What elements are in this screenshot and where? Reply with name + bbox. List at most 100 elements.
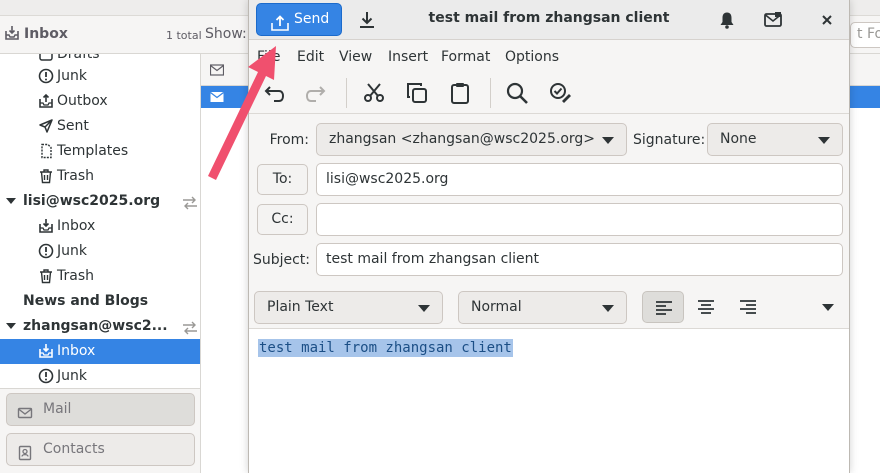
chevron-down-icon (418, 305, 430, 312)
cc-button[interactable]: Cc: (257, 204, 308, 235)
tree-item-junk[interactable]: Junk (0, 239, 200, 264)
from-value: zhangsan <zhangsan@wsc2025.org> (329, 131, 596, 147)
subject-label: Subject: (252, 252, 310, 268)
menu-view[interactable]: View (339, 49, 372, 65)
tree-item-outbox[interactable]: Outbox (0, 89, 200, 114)
tree-item-junk[interactable]: Junk (0, 364, 200, 389)
account-label: lisi@wsc2025.org (23, 193, 161, 209)
contacts-switch-label: Contacts (43, 441, 105, 457)
tree-item-label: Junk (57, 368, 87, 384)
menu-format[interactable]: Format (441, 49, 490, 65)
toolbar-separator (490, 78, 491, 108)
inbox-icon (38, 343, 54, 359)
sent-icon (38, 118, 54, 134)
paste-icon[interactable] (448, 81, 472, 105)
tree-item-label: Trash (57, 268, 94, 284)
folder-title-text: Inbox (24, 26, 68, 42)
sync-icon (181, 319, 199, 335)
component-switcher: Mail Contacts (0, 388, 201, 473)
account-zhangsan[interactable]: zhangsan@wsc2... (0, 314, 200, 339)
junk-icon (38, 243, 54, 259)
subject-field[interactable]: test mail from zhangsan client (316, 243, 843, 276)
save-draft-icon[interactable] (357, 10, 377, 30)
signature-combo[interactable]: None (707, 123, 843, 156)
close-icon[interactable] (817, 10, 837, 30)
expander-arrow-icon[interactable] (6, 323, 16, 329)
mail-options-icon[interactable] (763, 10, 783, 30)
align-left-icon (656, 301, 672, 315)
to-button[interactable]: To: (257, 164, 308, 195)
paragraph-style-combo[interactable]: Normal (458, 291, 627, 324)
tree-item-inbox-selected[interactable]: Inbox (0, 339, 200, 364)
tree-item-label: Junk (57, 68, 87, 84)
chevron-down-icon (818, 137, 830, 144)
expander-arrow-icon[interactable] (6, 198, 16, 204)
tree-item-label: Sent (57, 118, 89, 134)
search-icon[interactable] (505, 81, 529, 105)
chevron-down-icon (602, 305, 614, 312)
composer-window: Send test mail from zhangsan client File… (248, 0, 850, 473)
contacts-switch-button[interactable]: Contacts (6, 433, 195, 466)
align-right-button[interactable] (727, 291, 769, 323)
composer-toolbar (249, 72, 849, 114)
cc-field[interactable] (316, 203, 843, 236)
paragraph-style-value: Normal (471, 299, 522, 315)
trash-icon (38, 268, 54, 284)
toolbar-separator (346, 78, 347, 108)
align-center-button[interactable] (685, 291, 727, 323)
account-news-and-blogs[interactable]: News and Blogs (0, 289, 200, 314)
from-combo[interactable]: zhangsan <zhangsan@wsc2025.org> (316, 123, 627, 156)
mail-switch-button[interactable]: Mail (6, 393, 195, 426)
inbox-icon (38, 218, 54, 234)
tree-item-inbox[interactable]: Inbox (0, 214, 200, 239)
tree-item-label: Outbox (57, 93, 108, 109)
message-body-editor[interactable]: test mail from zhangsan client (249, 329, 849, 473)
align-center-icon (698, 300, 714, 314)
message-body-text: test mail from zhangsan client (258, 339, 513, 357)
format-toolbar: Plain Text Normal (249, 285, 849, 329)
account-label: zhangsan@wsc2... (23, 318, 168, 334)
format-mode-combo[interactable]: Plain Text (254, 291, 443, 324)
menu-options[interactable]: Options (505, 49, 559, 65)
trash-icon (38, 168, 54, 184)
mail-icon (17, 402, 33, 419)
more-options-chevron-icon[interactable] (822, 304, 834, 311)
sync-icon (181, 194, 199, 210)
menu-insert[interactable]: Insert (388, 49, 428, 65)
cut-icon[interactable] (362, 81, 386, 105)
tree-item-trash[interactable]: Trash (0, 164, 200, 189)
tree-item-label: Junk (57, 243, 87, 259)
notification-bell-icon[interactable] (717, 10, 737, 30)
mail-status-icon[interactable] (209, 64, 225, 80)
signature-value: None (720, 131, 757, 147)
account-label: News and Blogs (23, 293, 149, 309)
folder-total-count: 1 total (166, 29, 202, 42)
copy-icon[interactable] (405, 81, 429, 105)
inbox-icon (4, 25, 20, 41)
tree-item-label: Templates (57, 143, 129, 159)
tree-item-label: Trash (57, 168, 94, 184)
align-left-button[interactable] (642, 291, 684, 323)
outbox-icon (38, 93, 54, 109)
account-lisi[interactable]: lisi@wsc2025.org (0, 189, 200, 214)
tree-item-templates[interactable]: Templates (0, 139, 200, 164)
show-filter-label: Show: (205, 26, 247, 42)
junk-icon (38, 368, 54, 384)
folder-title: Inbox (4, 25, 68, 42)
undo-icon[interactable] (262, 81, 286, 105)
redo-icon[interactable] (304, 81, 328, 105)
tree-item-label: Inbox (57, 218, 96, 234)
to-field[interactable]: lisi@wsc2025.org (316, 163, 843, 196)
templates-icon (38, 143, 54, 159)
send-button[interactable]: Send (256, 3, 342, 36)
menu-bar: File Edit View Insert Format Options (249, 40, 849, 72)
search-scope-combo[interactable]: t Folo (850, 22, 880, 48)
menu-file[interactable]: File (257, 49, 280, 65)
menu-edit[interactable]: Edit (297, 49, 324, 65)
spell-check-icon[interactable] (548, 81, 572, 105)
tree-item-junk[interactable]: Junk (0, 64, 200, 89)
window-title: test mail from zhangsan client (428, 10, 670, 26)
tree-item-trash[interactable]: Trash (0, 264, 200, 289)
tree-item-sent[interactable]: Sent (0, 114, 200, 139)
drafts-icon (38, 54, 54, 62)
